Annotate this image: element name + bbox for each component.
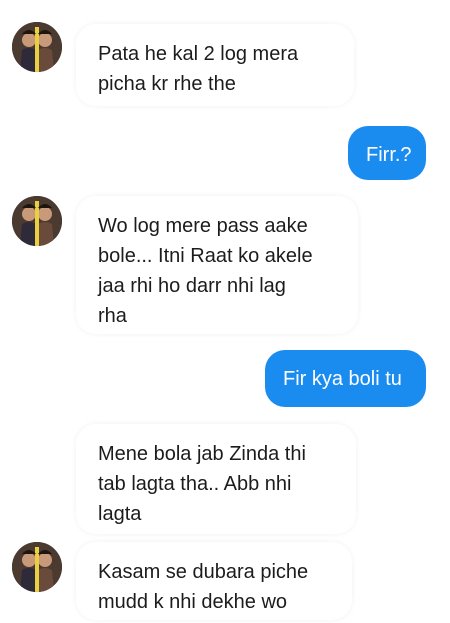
- message-text-line: picha kr rhe the: [98, 73, 236, 95]
- profile-photo-icon: [12, 22, 62, 72]
- message-text: Fir kya boli tu: [283, 368, 402, 390]
- message-text-line: Wo log mere pass aake: [98, 215, 308, 237]
- avatar[interactable]: [12, 22, 62, 72]
- profile-photo-icon: [12, 542, 62, 592]
- message-text-line: tab lagta tha.. Abb nhi: [98, 473, 292, 495]
- message-text-line: mudd k nhi dekhe wo: [98, 591, 288, 613]
- incoming-message: Wo log mere pass aake bole... Itni Raat …: [76, 196, 358, 334]
- outgoing-message: Firr.?: [348, 126, 426, 180]
- message-text-line: jaa rhi ho darr nhi lag: [98, 275, 286, 297]
- incoming-message: Mene bola jab Zinda thi tab lagta tha.. …: [76, 424, 356, 534]
- message-text-line: Kasam se dubara piche: [98, 561, 309, 583]
- incoming-message: Kasam se dubara piche mudd k nhi dekhe w…: [76, 542, 352, 620]
- message-text-line: Mene bola jab Zinda thi: [98, 443, 306, 465]
- profile-photo-icon: [12, 196, 62, 246]
- avatar[interactable]: [12, 196, 62, 246]
- avatar[interactable]: [12, 542, 62, 592]
- incoming-message: Pata he kal 2 log mera picha kr rhe the: [76, 24, 354, 106]
- message-text-line: Pata he kal 2 log mera: [98, 43, 299, 65]
- message-text-line: lagta: [98, 503, 142, 525]
- outgoing-message: Fir kya boli tu: [265, 350, 426, 407]
- message-text-line: rha: [98, 305, 127, 327]
- message-text-line: bole... Itni Raat ko akele: [98, 245, 313, 267]
- message-text: Firr.?: [366, 144, 412, 166]
